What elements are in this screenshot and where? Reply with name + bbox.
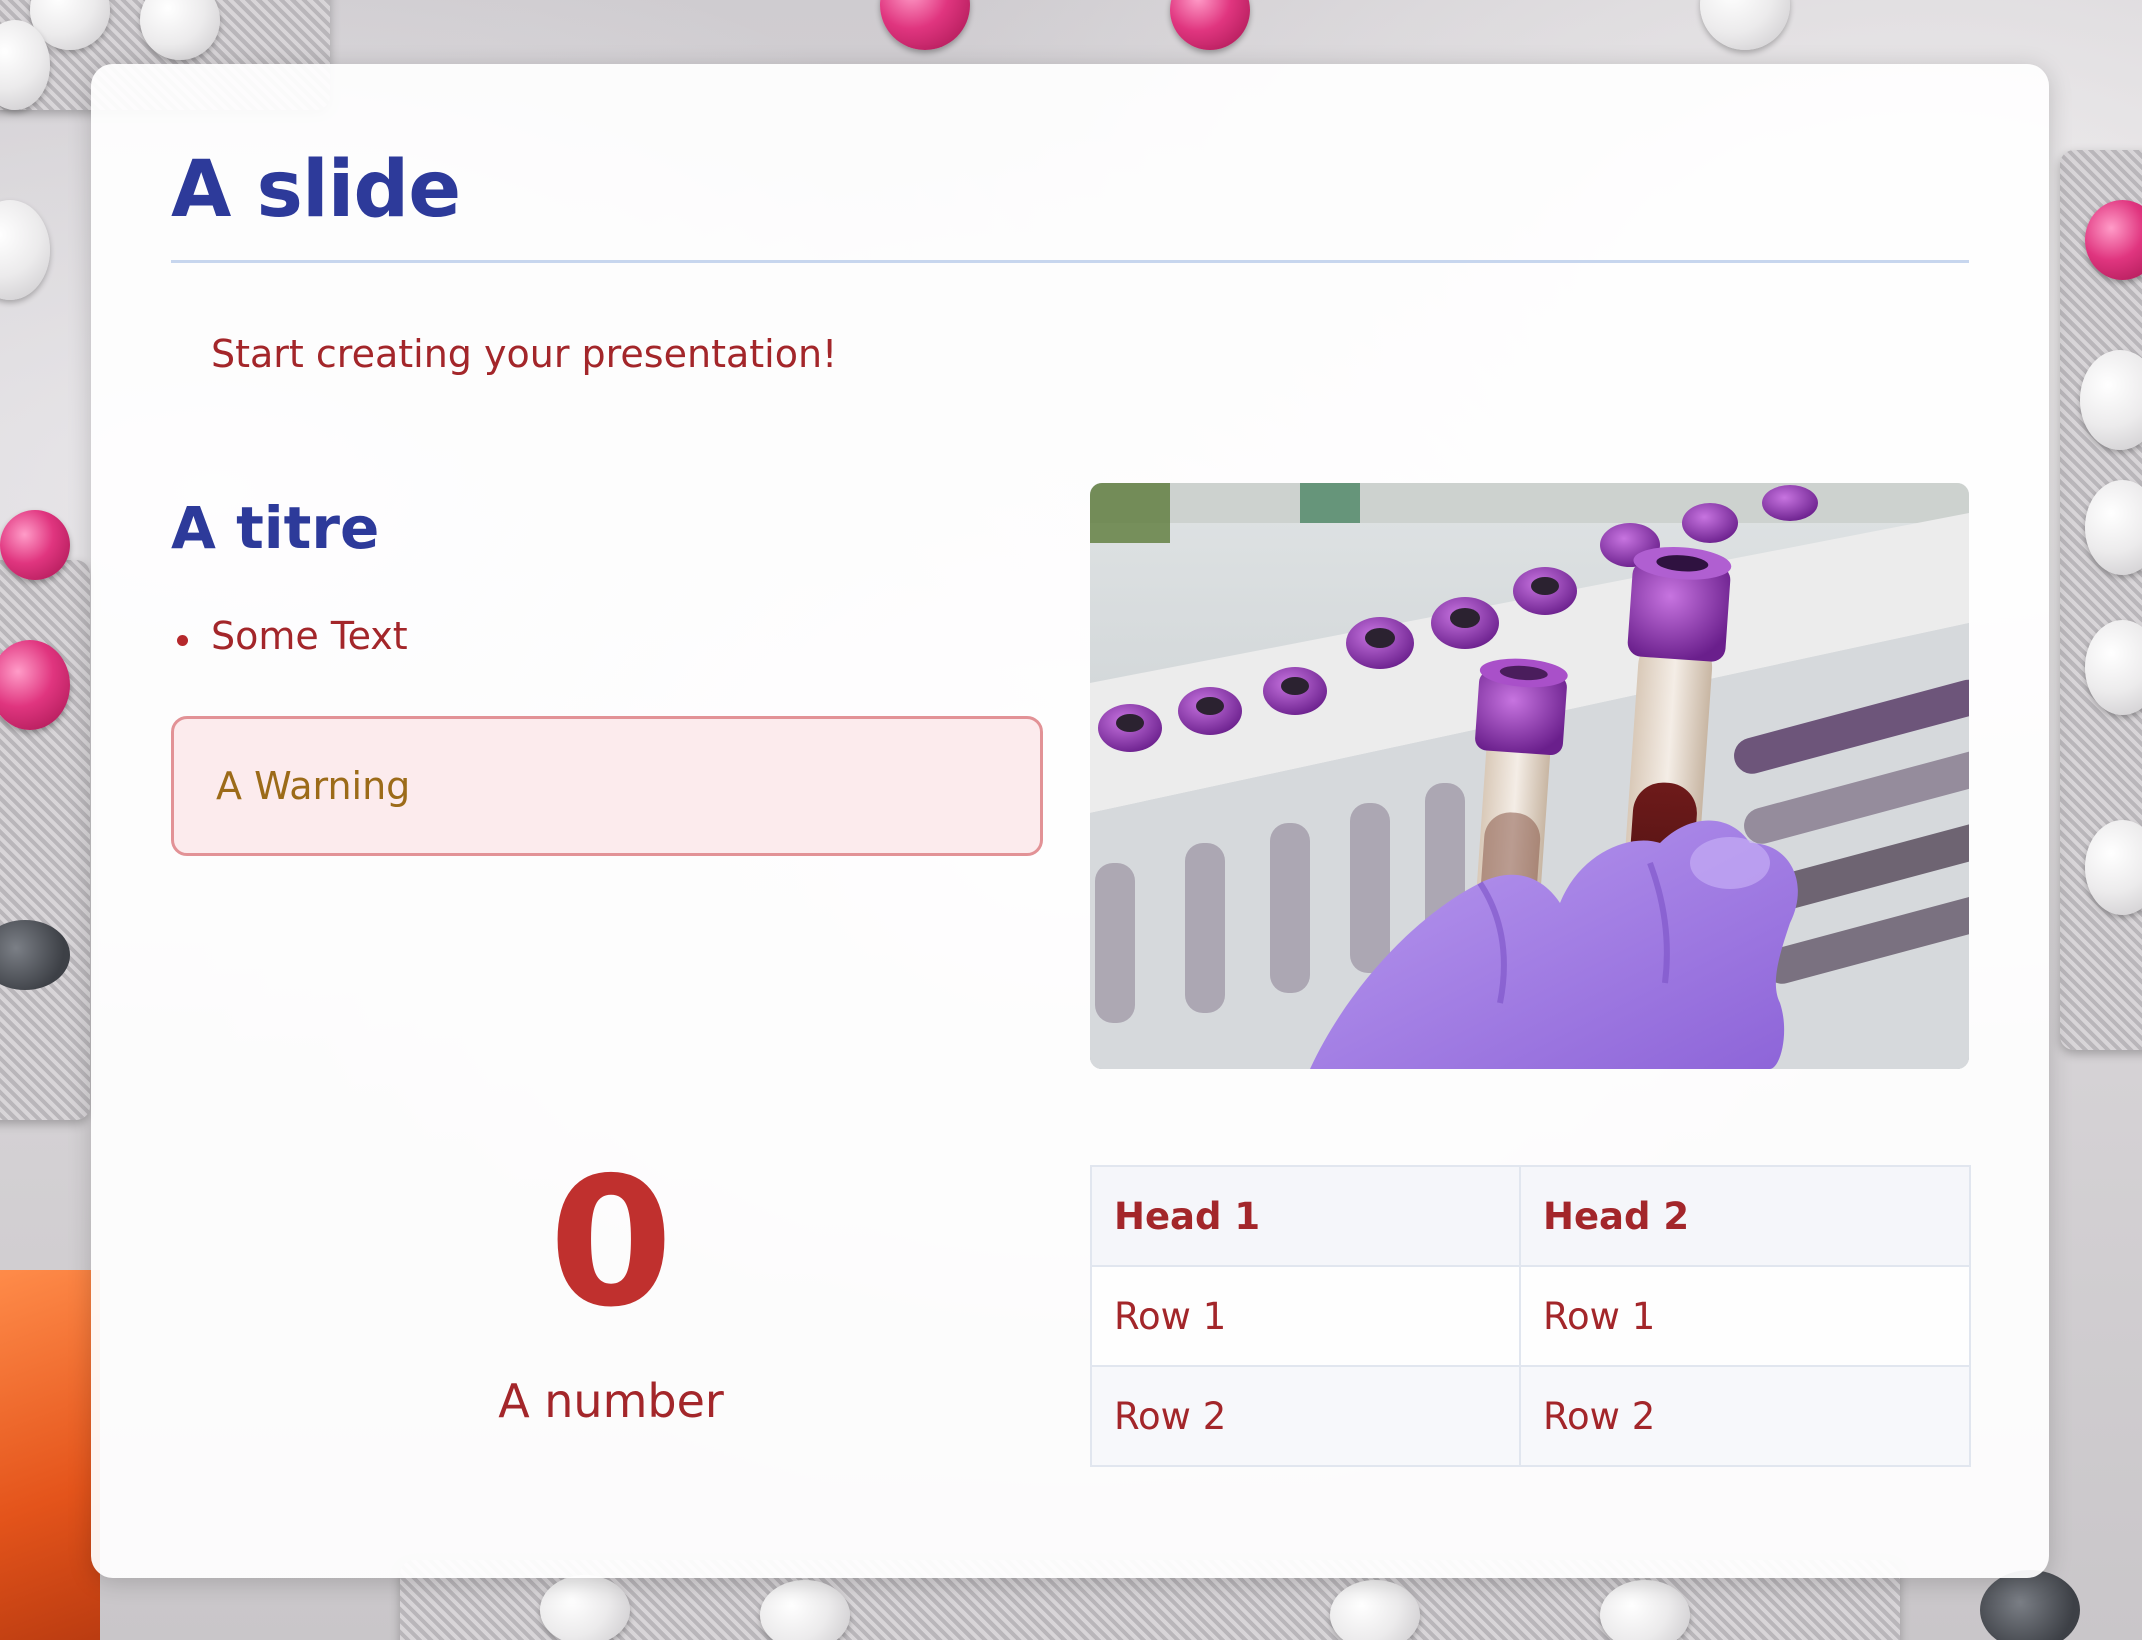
warning-text: A Warning	[216, 764, 411, 808]
bullet-list: Some Text	[171, 614, 408, 658]
intro-text: Start creating your presentation!	[211, 332, 838, 376]
data-table: Head 1 Head 2 Row 1 Row 1 Row 2 Row 2	[1090, 1165, 1971, 1467]
table-row: Row 2 Row 2	[1090, 1365, 1971, 1467]
slide-title: A slide	[171, 145, 461, 235]
table-header-row: Head 1 Head 2	[1090, 1165, 1971, 1267]
warning-callout: A Warning	[171, 716, 1043, 856]
kpi-label: A number	[498, 1374, 724, 1428]
blood-sample-tubes-image	[1090, 483, 1969, 1069]
table-row: Row 1 Row 1	[1090, 1265, 1971, 1367]
table-cell: Row 2	[1519, 1365, 1971, 1467]
table-cell: Row 1	[1090, 1265, 1521, 1367]
kpi-value: 0	[549, 1139, 673, 1346]
title-divider	[171, 260, 1969, 263]
section-title: A titre	[171, 494, 380, 562]
table-header-cell: Head 1	[1090, 1165, 1521, 1267]
table-cell: Row 1	[1519, 1265, 1971, 1367]
table-cell: Row 2	[1090, 1365, 1521, 1467]
bullet-item: Some Text	[177, 614, 408, 658]
slide-card: A slide Start creating your presentation…	[91, 64, 2049, 1578]
table-header-cell: Head 2	[1519, 1165, 1971, 1267]
